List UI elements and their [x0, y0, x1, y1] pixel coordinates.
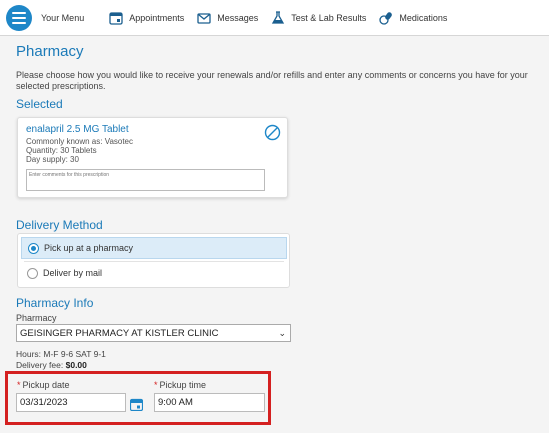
pickup-date-input[interactable]: 03/31/2023 [16, 393, 126, 412]
nav-medications[interactable]: Medications [378, 10, 447, 26]
radio-unselected-icon[interactable] [27, 267, 38, 279]
prescription-card: enalapril 2.5 MG Tablet Commonly known a… [17, 117, 288, 198]
pharmacy-hours: Hours: M-F 9-6 SAT 9-1 [16, 349, 106, 359]
pickup-time-label: * Pickup time [154, 380, 207, 390]
delivery-method-options: Pick up at a pharmacy Deliver by mail [17, 233, 290, 288]
calendar-picker-icon[interactable] [130, 398, 143, 411]
delivery-fee-value: $0.00 [65, 360, 87, 370]
delivery-method-heading: Delivery Method [16, 218, 103, 232]
main-content: Pharmacy Please choose how you would lik… [0, 37, 549, 433]
menu-button[interactable] [6, 4, 32, 31]
nav-test-lab-results[interactable]: Test & Lab Results [270, 10, 366, 26]
medication-day-supply: Day supply: 30 [26, 155, 79, 164]
remove-prescription-icon[interactable] [264, 124, 281, 141]
envelope-icon [197, 12, 211, 24]
calendar-icon [109, 11, 123, 25]
nav-your-menu[interactable]: Your Menu [41, 13, 84, 23]
medication-quantity: Quantity: 30 Tablets [26, 146, 97, 155]
delivery-option-pickup[interactable]: Pick up at a pharmacy [21, 237, 287, 259]
flask-icon [272, 10, 285, 24]
intro-text: Please choose how you would like to rece… [16, 70, 528, 91]
top-nav: Your Menu Appointments Messages Test & L… [0, 0, 549, 36]
medication-common-name: Commonly known as: Vasotec [26, 137, 134, 146]
radio-selected-icon[interactable] [28, 242, 39, 254]
chevron-down-icon: ⌄ [278, 328, 286, 338]
pharmacy-select[interactable]: GEISINGER PHARMACY AT KISTLER CLINIC ⌄ [16, 324, 291, 342]
selected-heading: Selected [16, 97, 63, 111]
nav-messages[interactable]: Messages [196, 10, 258, 26]
pharmacy-info-heading: Pharmacy Info [16, 296, 94, 310]
pickup-date-label: * Pickup date [17, 380, 70, 390]
pill-icon [379, 11, 393, 25]
nav-appointments[interactable]: Appointments [108, 10, 184, 26]
prescription-comment-input[interactable] [26, 169, 265, 191]
page-title: Pharmacy [16, 43, 84, 60]
pickup-time-input[interactable]: 9:00 AM [154, 393, 265, 412]
delivery-option-mail[interactable]: Deliver by mail [21, 262, 287, 284]
hamburger-icon [12, 11, 26, 14]
pharmacy-label: Pharmacy [16, 313, 57, 323]
medication-name[interactable]: enalapril 2.5 MG Tablet [26, 124, 129, 135]
delivery-fee: Delivery fee: $0.00 [16, 360, 87, 370]
